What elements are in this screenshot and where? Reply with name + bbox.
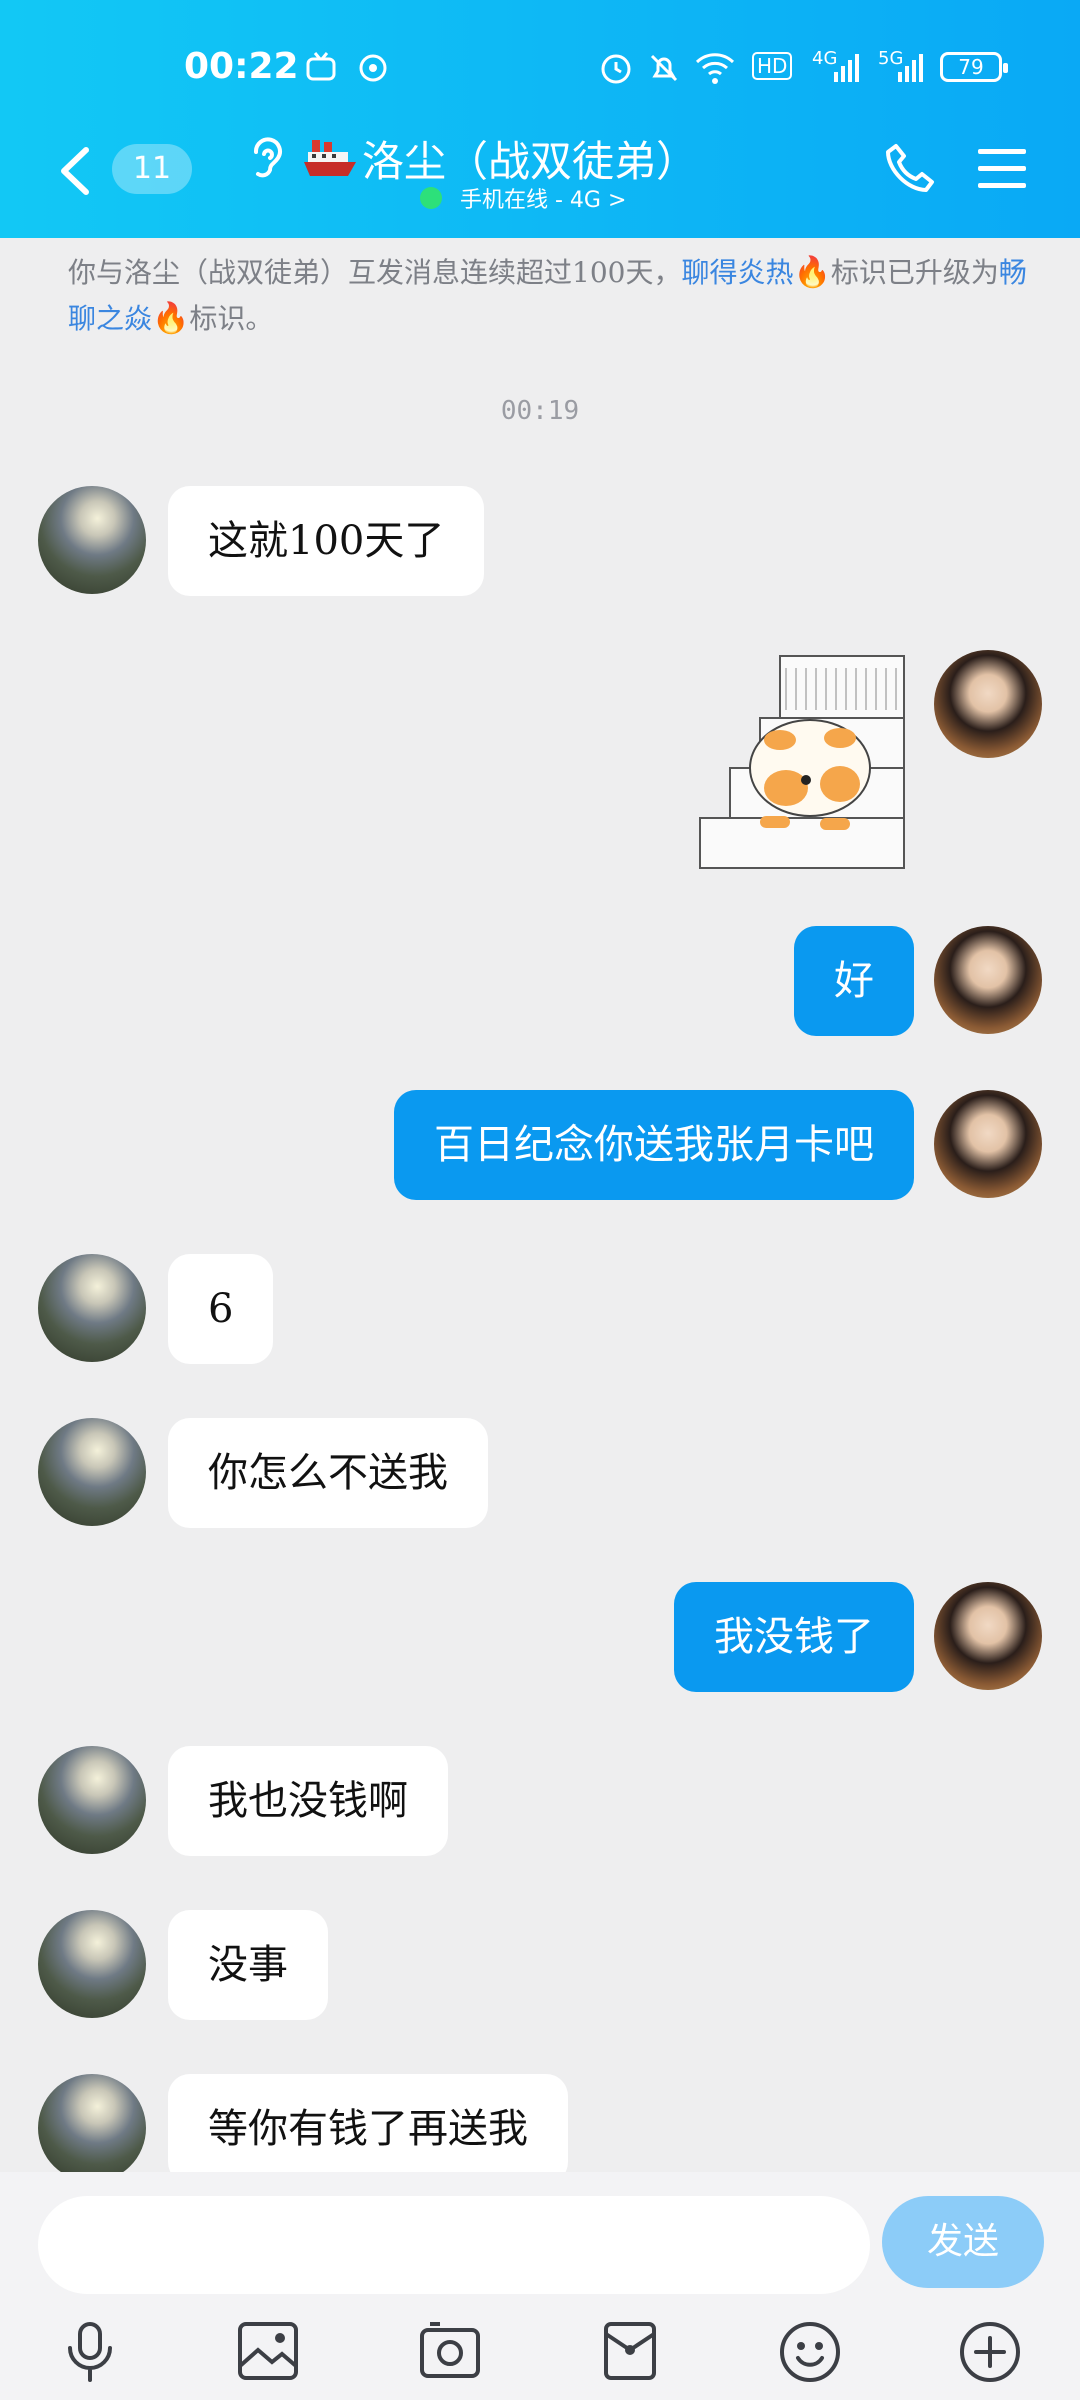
message-bubble[interactable]: 好 xyxy=(794,926,914,1036)
menu-icon[interactable] xyxy=(976,146,1028,192)
battery-level: 79 xyxy=(958,55,984,79)
message-bubble[interactable]: 6 xyxy=(168,1254,274,1364)
back-icon[interactable] xyxy=(54,144,98,198)
battery-indicator: 79 xyxy=(940,52,1008,82)
contact-avatar[interactable] xyxy=(38,2074,146,2182)
status-bar: 00:22 HD 4G 5G 79 xyxy=(0,0,1080,135)
contact-avatar[interactable] xyxy=(38,1910,146,2018)
message-bubble[interactable]: 我也没钱啊 xyxy=(168,1746,448,1856)
signal-icon-2 xyxy=(898,54,923,82)
signal-icon xyxy=(834,54,859,82)
composer-bar: 发送 xyxy=(0,2172,1080,2400)
unread-count-badge[interactable]: 11 xyxy=(112,144,192,194)
plus-icon[interactable] xyxy=(958,2320,1022,2384)
message-bubble[interactable]: 百日纪念你送我张月卡吧 xyxy=(394,1090,914,1200)
hd-badge: HD xyxy=(752,52,793,80)
status-time: 00:22 xyxy=(184,46,299,87)
contact-avatar[interactable] xyxy=(38,1254,146,1362)
message-timestamp: 00:19 xyxy=(500,396,580,426)
sync-icon xyxy=(359,54,387,82)
emoji-icon[interactable] xyxy=(778,2320,842,2384)
camera-icon[interactable] xyxy=(418,2320,482,2382)
message-bubble[interactable]: 等你有钱了再送我 xyxy=(168,2074,568,2184)
message-bubble[interactable]: 这就100天了 xyxy=(168,486,485,596)
chat-title[interactable]: 洛尘（战双徒弟） xyxy=(362,128,698,189)
self-avatar[interactable] xyxy=(934,1582,1042,1690)
contact-avatar[interactable] xyxy=(38,1746,146,1854)
contact-avatar[interactable] xyxy=(38,1418,146,1526)
notice-text-3: 标识。 xyxy=(189,302,274,335)
online-status-text[interactable]: 手机在线 - 4G > xyxy=(460,182,626,214)
self-avatar[interactable] xyxy=(934,926,1042,1034)
send-button[interactable]: 发送 xyxy=(882,2196,1044,2288)
message-bubble[interactable]: 我没钱了 xyxy=(674,1582,914,1692)
notice-text-2: 标识已升级为 xyxy=(830,256,999,289)
sticker-image[interactable] xyxy=(690,648,914,876)
notice-text-1: 你与洛尘（战双徒弟）互发消息连续超过100天， xyxy=(68,256,682,289)
fire-icon: 🔥 xyxy=(793,255,831,290)
wifi-icon xyxy=(695,53,735,84)
image-icon[interactable] xyxy=(236,2320,300,2382)
badge-link-1[interactable]: 聊得炎热 xyxy=(681,256,793,289)
fire-icon-2: 🔥 xyxy=(152,301,190,336)
mute-icon xyxy=(650,54,678,82)
self-avatar[interactable] xyxy=(934,1090,1042,1198)
streak-notice: 你与洛尘（战双徒弟）互发消息连续超过100天，聊得炎热🔥标识已升级为畅聊之焱🔥标… xyxy=(68,250,1028,342)
phone-call-icon[interactable] xyxy=(882,140,938,196)
message-bubble[interactable]: 你怎么不送我 xyxy=(168,1418,488,1528)
self-avatar[interactable] xyxy=(934,650,1042,758)
alarm-icon xyxy=(601,54,631,84)
mic-icon[interactable] xyxy=(60,2320,120,2384)
tv-icon xyxy=(306,52,336,81)
chat-header: 00:22 HD 4G 5G 79 11 洛尘（战双徒弟） 手机在线 - 4G … xyxy=(0,0,1080,238)
message-bubble[interactable]: 没事 xyxy=(168,1910,328,2020)
online-status-dot xyxy=(420,187,442,209)
message-input[interactable] xyxy=(38,2196,870,2294)
contact-avatar[interactable] xyxy=(38,486,146,594)
ship-icon xyxy=(304,140,356,176)
ear-icon[interactable] xyxy=(248,134,284,184)
red-packet-icon[interactable] xyxy=(600,2320,660,2382)
